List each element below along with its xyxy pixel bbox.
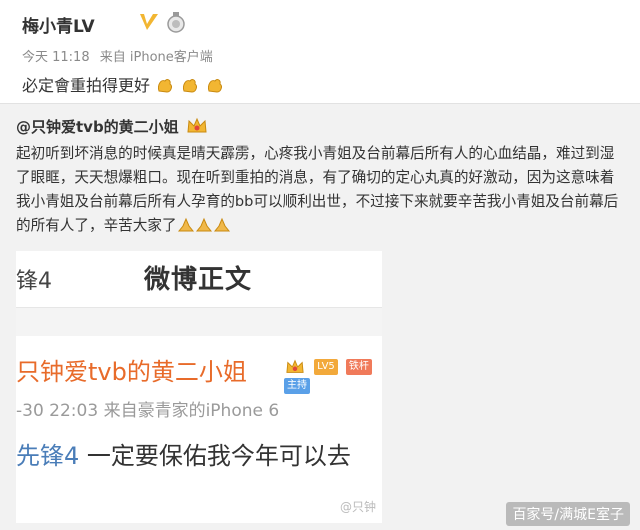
level-badge: LV5 (314, 358, 338, 375)
embed-text: 先锋4 一定要保佑我今年可以去 (16, 436, 351, 471)
repost-author-link[interactable]: @只钟爱tvb的黄二小姐 (16, 118, 179, 136)
embed-header: 锋4 微博正文 (16, 251, 382, 308)
embed-tab-label: 锋4 (16, 269, 52, 294)
crown-badge-icon (187, 117, 207, 133)
post-username[interactable]: 梅小青LV (22, 12, 95, 37)
weibo-post-header: 梅小青LV 今天 11:18 来自 iPhone客户端 必定會重拍得更好 (14, 0, 626, 102)
praying-hands-icon (177, 217, 194, 232)
post-text-content: 必定會重拍得更好 (22, 76, 151, 95)
verified-v-icon (140, 14, 158, 30)
repost-author: @只钟爱tvb的黄二小姐 (16, 116, 208, 137)
embed-badges: LV5 铁杆 主持 (284, 356, 382, 395)
flex-emoji-icon (158, 79, 173, 93)
praying-hands-icon (213, 217, 230, 232)
fan-badge: 铁杆 (345, 358, 372, 375)
embed-divider (16, 308, 382, 336)
embed-author-text: 只钟爱tvb的黄二小姐 (16, 358, 247, 386)
embed-text-content: 一定要保佑我今年可以去 (79, 442, 351, 470)
repost-body-text: 起初听到坏消息的时候真是晴天霹雳，心疼我小青姐及台前幕后所有人的心血结晶，难过到… (16, 145, 619, 234)
medal-icon[interactable] (166, 12, 186, 34)
embed-title: 微博正文 (144, 265, 253, 295)
repost-block: @只钟爱tvb的黄二小姐 起初听到坏消息的时候真是晴天霹雳，心疼我小青姐及台前幕… (0, 103, 640, 530)
embedded-screenshot[interactable]: 锋4 微博正文 只钟爱tvb的黄二小姐 LV5 铁杆 主持 -30 22:03 … (16, 251, 382, 523)
embed-topic-link[interactable]: 先锋4 (16, 442, 79, 470)
embed-card: 只钟爱tvb的黄二小姐 LV5 铁杆 主持 -30 22:03 来自豪青家的iP… (16, 336, 382, 523)
embed-meta: -30 22:03 来自豪青家的iPhone 6 (16, 401, 280, 421)
post-source: 来自 iPhone客户端 (99, 50, 213, 65)
post-text: 必定會重拍得更好 (22, 72, 225, 96)
praying-hands-icon (195, 217, 212, 232)
repost-body: 起初听到坏消息的时候真是晴天霹雳，心疼我小青姐及台前幕后所有人的心血结晶，难过到… (16, 142, 628, 238)
post-meta: 今天 11:18 来自 iPhone客户端 (22, 46, 219, 65)
embed-watermark: @只钟 (339, 500, 376, 514)
host-badge: 主持 (284, 378, 310, 394)
source-watermark: 百家号/满城E室子 (506, 502, 630, 526)
flex-emoji-icon (208, 79, 223, 93)
embed-author-name: 只钟爱tvb的黄二小姐 (16, 352, 247, 387)
post-time: 今天 11:18 (22, 50, 90, 65)
flex-emoji-icon (183, 79, 198, 93)
crown-badge-icon (286, 359, 304, 373)
